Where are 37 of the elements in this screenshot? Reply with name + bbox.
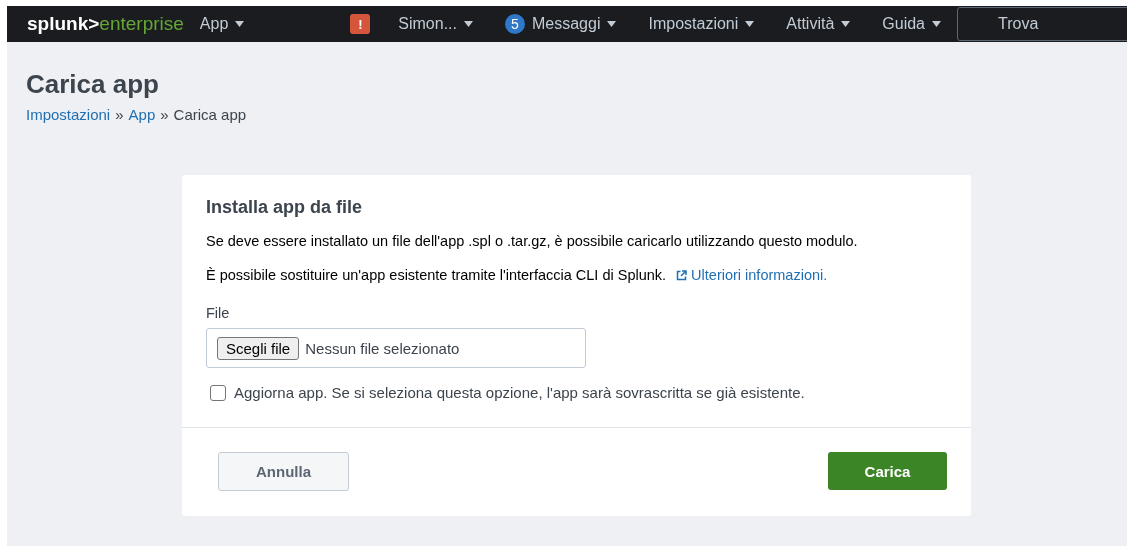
page-title: Carica app: [26, 68, 160, 100]
nav-menu[interactable]: Impostazioni: [632, 15, 771, 33]
file-label: File: [206, 305, 231, 321]
description-text: Se deve essere installato un file dell'app .spl o .tar.gz, è possibile caricarlo utilizzando questo modulo.: [206, 233, 859, 249]
breadcrumb-current: Carica app: [173, 106, 247, 123]
card-title: Installa app da file: [206, 197, 364, 218]
nav-menu[interactable]: Simon...: [382, 15, 489, 33]
alert-badge[interactable]: !: [350, 14, 371, 34]
caret-icon: [841, 21, 851, 27]
upgrade-label: Aggiorna app. Se si seleziona questa opzione, l'app sarà sovrascritta se già esistente.: [234, 384, 805, 401]
breadcrumb-separator: »: [115, 106, 124, 123]
upload-button[interactable]: Carica: [828, 452, 947, 490]
brand-name: splunk>: [27, 13, 100, 34]
nav-menu[interactable]: Guida: [866, 15, 957, 33]
breadcrumb-link[interactable]: App: [128, 106, 156, 123]
breadcrumb-separator: »: [160, 106, 169, 123]
count-badge: 5: [505, 14, 525, 34]
upgrade-checkbox[interactable]: [210, 384, 226, 401]
caret-icon: [932, 21, 941, 27]
more-info-link[interactable]: Ulteriori informazioni.: [676, 267, 828, 283]
file-status: Nessun file selezionato: [305, 339, 460, 357]
caret-icon: [235, 21, 245, 27]
product-name: enterprise: [99, 13, 184, 34]
file-input[interactable]: Scegli file Nessun file selezionato: [206, 328, 586, 368]
menu-label: Messaggi: [532, 15, 601, 33]
cancel-button[interactable]: Annulla: [218, 452, 349, 491]
caret-icon: [745, 21, 755, 27]
external-link-icon: [676, 269, 688, 281]
nav-menu[interactable]: Attività: [770, 15, 867, 33]
choose-file-button[interactable]: Scegli file: [217, 336, 300, 360]
messages-menu[interactable]: 5 Messaggi: [489, 14, 633, 34]
nav-menu[interactable]: App: [183, 15, 261, 33]
caret-icon: [464, 21, 473, 27]
caret-icon: [607, 21, 617, 27]
note-text: È possibile sostituire un'app esistente tramite l'interfaccia CLI di Splunk.: [206, 267, 667, 283]
search-field[interactable]: Trova: [957, 7, 1127, 41]
breadcrumb-link[interactable]: Impostazioni: [26, 106, 111, 123]
